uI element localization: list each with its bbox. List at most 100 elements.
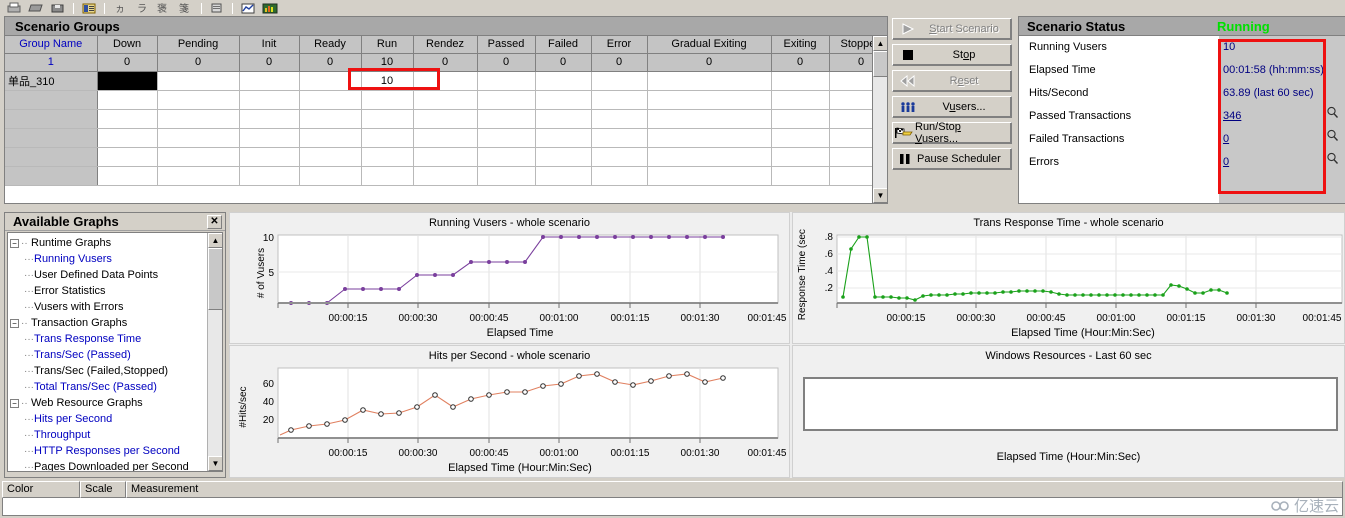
chart-running-vusers[interactable]: Running Vusers - whole scenario 10 5 # o… xyxy=(229,212,790,344)
scroll-up-icon[interactable]: ▲ xyxy=(873,36,887,51)
cell-ready[interactable] xyxy=(299,128,362,148)
tree-node-trans-response-time[interactable]: ··· Trans Response Time xyxy=(10,331,222,347)
tree-node-running-vusers[interactable]: ··· Running Vusers xyxy=(10,251,222,267)
scroll-down-icon[interactable]: ▼ xyxy=(208,456,222,471)
cell-init[interactable] xyxy=(239,90,300,110)
status-value-errors[interactable]: 0 xyxy=(1219,150,1345,174)
cell-pending[interactable] xyxy=(157,109,240,129)
cell-passed[interactable] xyxy=(477,90,536,110)
column-header-group-name[interactable]: Group Name xyxy=(5,36,98,54)
status-value-link[interactable]: 0 xyxy=(1223,128,1322,151)
table-row[interactable]: 单品_310 10 xyxy=(5,71,887,91)
cell-group-name[interactable] xyxy=(5,90,98,110)
cell-gradual-exiting[interactable] xyxy=(647,128,772,148)
cell-pending[interactable] xyxy=(157,71,240,91)
magnifier-icon[interactable] xyxy=(1326,128,1345,151)
analysis-icon[interactable] xyxy=(238,1,258,14)
cell-ready[interactable] xyxy=(299,90,362,110)
cell-gradual-exiting[interactable] xyxy=(647,109,772,129)
cell-group-name[interactable] xyxy=(5,166,98,186)
cell-passed[interactable] xyxy=(477,128,536,148)
table-row[interactable] xyxy=(5,109,887,129)
cell-error[interactable] xyxy=(591,128,648,148)
table-row[interactable] xyxy=(5,128,887,148)
column-header-down[interactable]: Down xyxy=(97,36,158,54)
cell-failed[interactable] xyxy=(535,71,592,91)
cell-passed[interactable] xyxy=(477,71,536,91)
cell-pending[interactable] xyxy=(157,128,240,148)
cell-run[interactable] xyxy=(361,147,414,167)
column-header-passed[interactable]: Passed xyxy=(477,36,536,54)
cell-down[interactable] xyxy=(97,109,158,129)
column-header-ready[interactable]: Ready xyxy=(299,36,362,54)
cell-failed[interactable] xyxy=(535,166,592,186)
cell-rendez[interactable] xyxy=(413,71,478,91)
design-view-icon[interactable] xyxy=(79,1,99,14)
cell-init[interactable] xyxy=(239,147,300,167)
tree-node-throughput[interactable]: ··· Throughput xyxy=(10,427,222,443)
cell-ready[interactable] xyxy=(299,71,362,91)
tree-node-error-statistics[interactable]: ··· Error Statistics xyxy=(10,283,222,299)
cell-exiting[interactable] xyxy=(771,147,830,167)
column-header-run[interactable]: Run xyxy=(361,36,414,54)
close-icon[interactable]: ✕ xyxy=(207,214,222,229)
cell-init[interactable] xyxy=(239,109,300,129)
cell-run[interactable] xyxy=(361,109,414,129)
tree-node-trans-sec-passed[interactable]: ··· Trans/Sec (Passed) xyxy=(10,347,222,363)
cell-group-name[interactable] xyxy=(5,147,98,167)
cell-rendez[interactable] xyxy=(413,109,478,129)
cell-rendez[interactable] xyxy=(413,147,478,167)
cell-ready[interactable] xyxy=(299,147,362,167)
tree-node-vusers-with-errors[interactable]: ··· Vusers with Errors xyxy=(10,299,222,315)
cell-ready[interactable] xyxy=(299,166,362,186)
tree-node-http-responses-per-second[interactable]: ··· HTTP Responses per Second xyxy=(10,443,222,459)
cell-group-name[interactable] xyxy=(5,109,98,129)
cell-exiting[interactable] xyxy=(771,166,830,186)
column-header-gradual-exiting[interactable]: Gradual Exiting xyxy=(647,36,772,54)
chart-hits-per-second[interactable]: Hits per Second - whole scenario 60 40 20 … xyxy=(229,345,790,478)
start-scenario-button[interactable]: SStart Scenariotart Scenario xyxy=(892,18,1012,40)
cell-gradual-exiting[interactable] xyxy=(647,147,772,167)
table-row[interactable] xyxy=(5,147,887,167)
legend-column-color[interactable]: Color xyxy=(2,481,80,498)
chart-trans-response-time[interactable]: Trans Response Time - whole scenario .8. xyxy=(792,212,1345,344)
cell-error[interactable] xyxy=(591,71,648,91)
chart-windows-resources[interactable]: Windows Resources - Last 60 sec Elapsed … xyxy=(792,345,1345,478)
cell-ready[interactable] xyxy=(299,109,362,129)
cell-gradual-exiting[interactable] xyxy=(647,71,772,91)
reset-button[interactable]: Reset xyxy=(892,70,1012,92)
column-header-exiting[interactable]: Exiting xyxy=(771,36,830,54)
tree-node-web-resource-graphs[interactable]: − ·· Web Resource Graphs xyxy=(10,395,222,411)
cell-init[interactable] xyxy=(239,71,300,91)
status-value-passed-transactions[interactable]: 346 xyxy=(1219,104,1345,128)
cell-error[interactable] xyxy=(591,166,648,186)
tree-node-total-trans-sec-passed[interactable]: ··· Total Trans/Sec (Passed) xyxy=(10,379,222,395)
run-stop-vusers-button[interactable]: Run/Stop Vusers... xyxy=(892,121,1012,145)
cell-exiting[interactable] xyxy=(771,128,830,148)
scrollbar-thumb[interactable] xyxy=(873,51,887,77)
cell-gradual-exiting[interactable] xyxy=(647,90,772,110)
cell-run[interactable] xyxy=(361,128,414,148)
vuser-a-icon[interactable]: ヵ xyxy=(110,1,130,14)
cell-init[interactable] xyxy=(239,166,300,186)
status-value-failed-transactions[interactable]: 0 xyxy=(1219,127,1345,151)
cell-rendez[interactable] xyxy=(413,128,478,148)
cell-passed[interactable] xyxy=(477,147,536,167)
cell-down[interactable] xyxy=(97,128,158,148)
cell-pending[interactable] xyxy=(157,90,240,110)
status-value-link[interactable]: 346 xyxy=(1223,105,1322,128)
cell-exiting[interactable] xyxy=(771,109,830,129)
cell-exiting[interactable] xyxy=(771,90,830,110)
column-header-pending[interactable]: Pending xyxy=(157,36,240,54)
tree-node-trans-sec-failed-stopped[interactable]: ··· Trans/Sec (Failed,Stopped) xyxy=(10,363,222,379)
collapse-icon[interactable]: − xyxy=(10,318,19,328)
scroll-down-icon[interactable]: ▼ xyxy=(873,188,887,203)
cell-run[interactable] xyxy=(361,166,414,186)
table-row[interactable] xyxy=(5,90,887,110)
vuser-c-icon[interactable]: 褒 xyxy=(154,1,174,14)
legend-column-scale[interactable]: Scale xyxy=(80,481,126,498)
magnifier-icon[interactable] xyxy=(1326,105,1345,128)
cell-passed[interactable] xyxy=(477,166,536,186)
vuser-d-icon[interactable]: 箋 xyxy=(176,1,196,14)
vuser-b-icon[interactable]: ラ xyxy=(132,1,152,14)
